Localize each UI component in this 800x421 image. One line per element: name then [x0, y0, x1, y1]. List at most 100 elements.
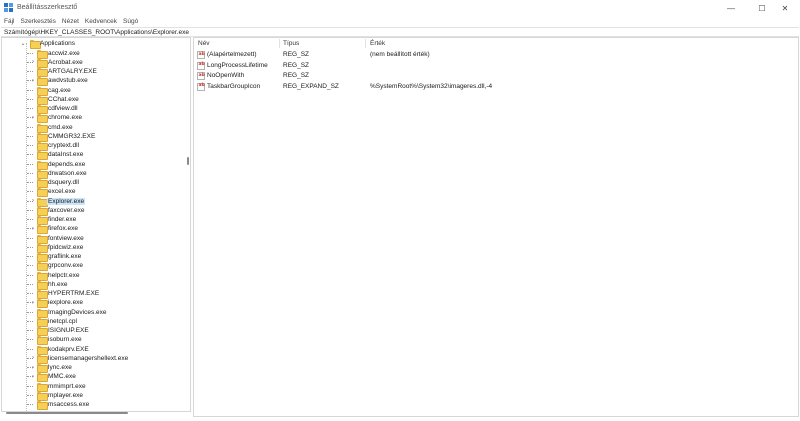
value-row[interactable]: ab LongProcessLifetime REG_SZ: [194, 61, 794, 71]
tree-item[interactable]: CChat.exe: [2, 95, 182, 105]
tree-connector: [27, 293, 33, 294]
address-bar[interactable]: Számítógép\HKEY_CLASSES_ROOT\Application…: [1, 27, 799, 37]
tree-item[interactable]: helpctr.exe: [2, 271, 182, 281]
tree-item-label: dataInst.exe: [48, 151, 84, 159]
tree-item-label: cag.exe: [48, 86, 71, 94]
column-header-data[interactable]: Érték: [370, 40, 385, 47]
tree-item[interactable]: › Explorer.exe: [2, 197, 182, 207]
tree-item[interactable]: dataInst.exe: [2, 150, 182, 161]
tree-connector: [27, 219, 33, 220]
tree-item[interactable]: hh.exe: [2, 280, 182, 290]
tree-item[interactable]: mmimprt.exe: [2, 382, 182, 392]
tree-item[interactable]: › chrome.exe: [2, 113, 182, 124]
tree-vertical-scrollbar[interactable]: [187, 157, 189, 165]
column-divider[interactable]: [365, 39, 366, 48]
tree-item[interactable]: › lync.exe: [2, 363, 182, 373]
value-name-cell: LongProcessLifetime: [207, 61, 268, 69]
folder-icon: [37, 86, 48, 96]
column-header-name[interactable]: Név: [198, 40, 210, 47]
menu-help[interactable]: Súgó: [123, 18, 138, 25]
value-name-cell: NoOpenWith: [207, 72, 245, 79]
tree-connector: [27, 98, 33, 100]
tree-item-label: msaccess.exe: [48, 401, 90, 409]
tree-item[interactable]: fontview.exe: [2, 234, 182, 244]
key-tree-pane[interactable]: ⌄ Applications accwiz.exe › Acrobat.exe ART…: [1, 37, 191, 412]
tree-item[interactable]: inetcpl.cpl: [2, 317, 182, 327]
chevron-right-icon[interactable]: ›: [30, 372, 36, 381]
tree-item-label: faxcover.exe: [48, 206, 85, 214]
folder-icon: [37, 271, 48, 281]
tree-item[interactable]: ImagingDevices.exe: [2, 308, 182, 318]
tree-item[interactable]: › iexplore.exe: [2, 298, 182, 309]
value-data-cell: (nem beállított érték): [370, 51, 430, 58]
menu-view[interactable]: Nézet: [62, 18, 79, 25]
list-header: Név Típus Érték: [194, 38, 798, 49]
chevron-right-icon[interactable]: ›: [30, 76, 36, 85]
tree-item[interactable]: msaccess.exe: [2, 400, 182, 410]
chevron-right-icon[interactable]: ›: [30, 363, 36, 372]
tree-item[interactable]: › licensemanagershellext.exe: [2, 354, 182, 364]
tree-item[interactable]: › MMC.exe: [2, 372, 182, 383]
tree-item[interactable]: › Acrobat.exe: [2, 58, 182, 68]
tree-item-applications[interactable]: ⌄ Applications: [2, 39, 182, 49]
tree-item[interactable]: finder.exe: [2, 215, 182, 225]
tree-horizontal-scrollbar[interactable]: [6, 412, 128, 414]
tree-item[interactable]: isoburn.exe: [2, 335, 182, 346]
string-value-glyph: ab: [198, 51, 205, 57]
tree-item[interactable]: drwatson.exe: [2, 169, 182, 179]
tree-connector: [27, 394, 33, 396]
folder-icon: [37, 373, 48, 383]
tree-item[interactable]: mplayer.exe: [2, 391, 182, 401]
tree-item[interactable]: cdfview.dll: [2, 104, 182, 114]
tree-item[interactable]: kodakprv.EXE: [2, 345, 182, 355]
chevron-right-icon[interactable]: ›: [30, 113, 36, 122]
folder-icon: [37, 345, 48, 355]
tree-item[interactable]: grpconv.exe: [2, 261, 182, 272]
tree-item[interactable]: excel.exe: [2, 187, 182, 198]
tree-item[interactable]: ISIGNUP.EXE: [2, 326, 182, 336]
chevron-right-icon[interactable]: ›: [30, 298, 36, 307]
tree-connector: [27, 52, 33, 54]
value-row[interactable]: ab NoOpenWith REG_SZ: [194, 71, 794, 81]
minimize-button[interactable]: —: [716, 0, 746, 16]
tree-item-label: CChat.exe: [48, 95, 79, 103]
tree-item[interactable]: cryptext.dll: [2, 141, 182, 151]
folder-open-icon: [30, 40, 41, 49]
tree-item[interactable]: faxcover.exe: [2, 206, 182, 216]
tree-item[interactable]: dsquery.dll: [2, 178, 182, 188]
folder-icon: [37, 169, 48, 179]
chevron-right-icon[interactable]: ›: [30, 224, 36, 233]
value-row[interactable]: ab (Alapértelmezett) REG_SZ (nem beállított…: [194, 50, 794, 60]
tree-item[interactable]: › firefox.exe: [2, 224, 182, 235]
tree-item-label: fpidcwiz.exe: [48, 243, 84, 251]
tree-item[interactable]: depends.exe: [2, 160, 182, 170]
folder-icon: [37, 123, 48, 133]
tree-item[interactable]: graflink.exe: [2, 252, 182, 262]
menu-edit[interactable]: Szerkesztés: [20, 18, 55, 25]
string-value-icon: ab: [197, 51, 205, 59]
value-row[interactable]: ab TaskbarGroupIcon REG_EXPAND_SZ %SystemRo…: [194, 82, 794, 92]
tree-item[interactable]: cag.exe: [2, 86, 182, 96]
menu-file[interactable]: Fájl: [4, 18, 14, 25]
tree-item[interactable]: ARTGALRY.EXE: [2, 67, 182, 77]
values-list-pane[interactable]: Név Típus Érték ab (Alapértelmezett) REG_S…: [193, 37, 799, 417]
tree-item[interactable]: HYPERTRM.EXE: [2, 289, 182, 299]
tree-item[interactable]: CMMGR32.EXE: [2, 132, 182, 142]
chevron-down-icon[interactable]: ⌄: [20, 39, 26, 48]
chevron-right-icon[interactable]: ›: [30, 58, 36, 67]
tree-item-label: awdvstub.exe: [48, 77, 88, 85]
tree-item-label: ISIGNUP.EXE: [48, 327, 89, 335]
menu-favorites[interactable]: Kedvencek: [85, 18, 117, 25]
column-divider[interactable]: [279, 39, 280, 48]
string-value-glyph: ab: [198, 83, 205, 88]
tree-item[interactable]: fpidcwiz.exe: [2, 243, 182, 253]
tree-item[interactable]: cmd.exe: [2, 123, 182, 133]
tree-connector: [27, 126, 33, 128]
chevron-right-icon[interactable]: ›: [30, 354, 36, 363]
folder-icon: [37, 197, 48, 207]
close-button[interactable]: ✕: [770, 0, 800, 16]
column-header-type[interactable]: Típus: [283, 40, 299, 47]
chevron-right-icon[interactable]: ›: [30, 197, 36, 206]
tree-item[interactable]: accwiz.exe: [2, 49, 182, 59]
tree-item[interactable]: › awdvstub.exe: [2, 76, 182, 87]
